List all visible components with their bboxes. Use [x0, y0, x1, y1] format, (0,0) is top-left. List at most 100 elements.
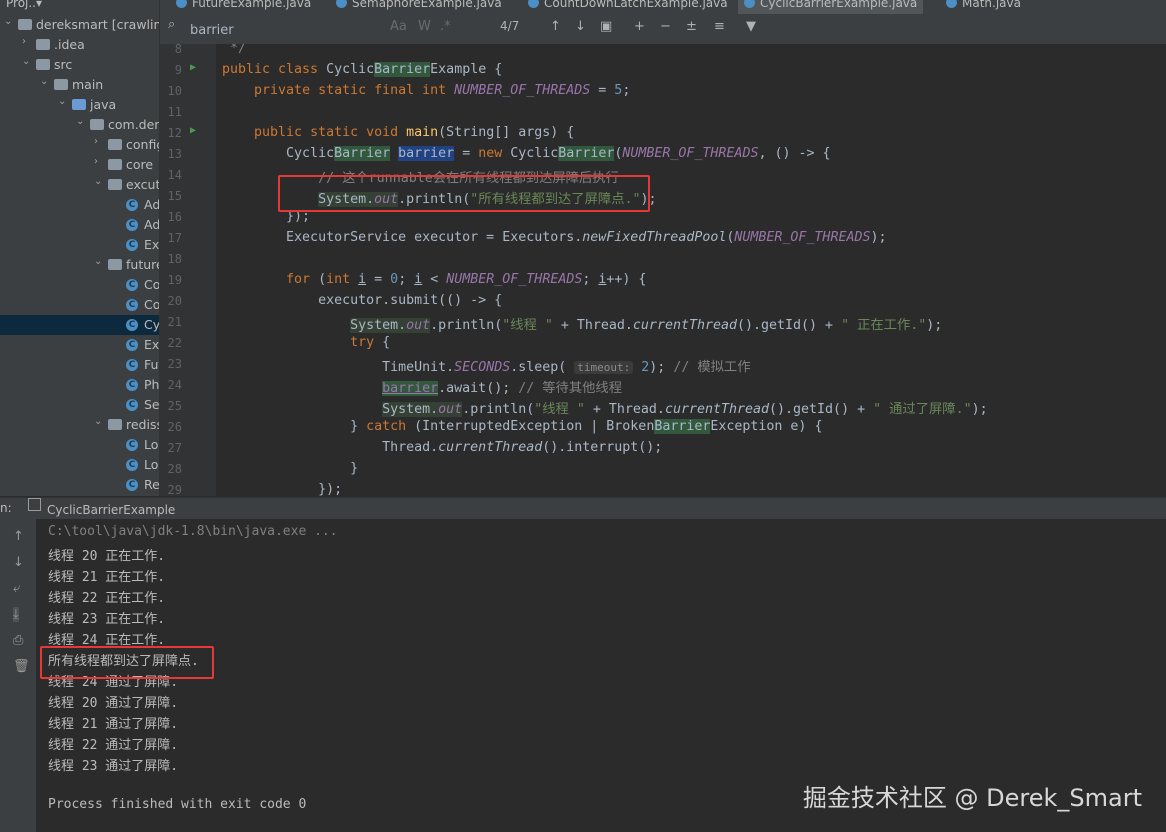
- folder-icon: [108, 259, 122, 270]
- run-toolbar: ↑ ↓ ⤶ ⤓ ⎙ 🗑: [0, 519, 36, 832]
- editor-tab-label: CountDownLatchExample.java: [544, 0, 728, 10]
- tree-item-class[interactable]: C LogS: [0, 455, 159, 475]
- run-main-icon[interactable]: ▶: [190, 125, 196, 136]
- chevron-right-icon[interactable]: ›: [94, 156, 98, 167]
- editor-tab[interactable]: CountDownLatchExample.java: [522, 0, 734, 14]
- chevron-right-icon[interactable]: ›: [94, 136, 98, 147]
- chevron-down-icon[interactable]: ⌄: [94, 176, 102, 187]
- tree-item-folder[interactable]: › config: [0, 135, 159, 155]
- tree-item-folder[interactable]: ⌄ main: [0, 75, 159, 95]
- whole-word-icon[interactable]: W: [418, 19, 431, 34]
- console-line: 线程 21 通过了屏障.: [48, 717, 179, 732]
- scroll-to-end-icon[interactable]: ⤓: [13, 607, 19, 622]
- code-line: TimeUnit.SECONDS.sleep( timeout: 2); // …: [222, 360, 751, 375]
- tree-item-class[interactable]: C Redis: [0, 475, 159, 495]
- editor-tab[interactable]: CyclicBarrierExample.java: [738, 0, 924, 14]
- up-stack-icon[interactable]: ↑: [13, 529, 24, 544]
- folder-icon: [18, 19, 32, 30]
- tree-item-folder[interactable]: ⌄ future: [0, 255, 159, 275]
- tree-item-label: excutor: [126, 177, 159, 192]
- project-panel: Proj..▾ ⌄ dereksmart [crawling] › .idea ⌄ src…: [0, 0, 160, 496]
- line-number: 29: [167, 483, 182, 497]
- chevron-right-icon[interactable]: ›: [22, 36, 26, 47]
- tree-item-label: Sema: [144, 397, 159, 412]
- java-class-icon: [336, 0, 347, 8]
- watermark: 掘金技术社区 @ Derek_Smart: [802, 784, 1142, 812]
- console-line: 线程 22 正在工作.: [48, 591, 166, 606]
- chevron-down-icon[interactable]: ⌄: [94, 256, 102, 267]
- soft-wrap-icon[interactable]: ⤶: [13, 581, 20, 596]
- chevron-down-icon[interactable]: ⌄: [22, 56, 30, 67]
- folder-icon: [36, 59, 50, 70]
- line-number: 21: [167, 315, 182, 329]
- filter-icon[interactable]: ▼: [746, 19, 756, 34]
- tree-item-class[interactable]: C Conc: [0, 275, 159, 295]
- tree-item-class[interactable]: C Cyclic: [0, 315, 159, 335]
- code-line: System.out.println("线程 " + Thread.curren…: [350, 318, 943, 333]
- code-line: } catch (InterruptedException | BrokenBa…: [222, 419, 823, 434]
- tree-item-folder[interactable]: ⌄ src: [0, 55, 159, 75]
- line-number: 11: [167, 105, 182, 119]
- tree-item-folder[interactable]: › core: [0, 155, 159, 175]
- clear-all-icon[interactable]: 🗑: [13, 659, 30, 674]
- code-line: }: [222, 461, 359, 476]
- tree-item-folder[interactable]: ⌄ excutor: [0, 175, 159, 195]
- next-match-icon[interactable]: ↓: [575, 19, 586, 34]
- tree-item-label: dereksmart [crawling]: [36, 17, 159, 32]
- editor-tab[interactable]: FutureExample.java: [170, 0, 317, 14]
- tree-item-label: Conc: [144, 277, 159, 292]
- tree-item-label: future: [126, 257, 159, 272]
- tree-item-class[interactable]: C Sema: [0, 395, 159, 415]
- console-line: 线程 23 通过了屏障.: [48, 759, 179, 774]
- code-line: System.out.println("线程 " + Thread.curren…: [382, 402, 988, 417]
- search-icon[interactable]: ⌕: [168, 17, 175, 32]
- tree-item-label: Coun: [144, 297, 159, 312]
- remove-occurrence-icon[interactable]: −: [660, 19, 671, 34]
- print-icon[interactable]: ⎙: [13, 633, 23, 648]
- tree-item-folder[interactable]: › .idea: [0, 35, 159, 55]
- run-class-icon[interactable]: ▶: [190, 62, 196, 73]
- tree-item-class[interactable]: C Excha: [0, 335, 159, 355]
- project-title[interactable]: Proj..▾: [6, 0, 42, 10]
- tree-item-class[interactable]: C Phase: [0, 375, 159, 395]
- down-stack-icon[interactable]: ↓: [13, 555, 24, 570]
- find-bar: ⌕ Aa W .* 4/7 ↑ ↓ ▣ + − ± ≡ ▼: [160, 14, 1166, 45]
- tree-item-class[interactable]: C Coun: [0, 295, 159, 315]
- line-number: 17: [167, 231, 182, 245]
- tree-item-class[interactable]: C Adva: [0, 215, 159, 235]
- tree-item-folder[interactable]: ⌄ redission: [0, 415, 159, 435]
- chevron-down-icon[interactable]: ⌄: [40, 76, 48, 87]
- tree-item-label: java: [90, 97, 117, 112]
- tree-item-folder[interactable]: ⌄ com.dereks: [0, 115, 159, 135]
- run-tab[interactable]: CyclicBarrierExample: [28, 498, 175, 520]
- tree-item-class[interactable]: C LogC: [0, 435, 159, 455]
- chevron-down-icon[interactable]: ⌄: [58, 96, 66, 107]
- line-number: 16: [167, 210, 182, 224]
- add-occurrence-icon[interactable]: +: [634, 19, 645, 34]
- tree-item-folder[interactable]: ⌄ java: [0, 95, 159, 115]
- match-case-icon[interactable]: Aa: [390, 19, 407, 34]
- line-number: 9: [174, 63, 182, 77]
- tree-item-class[interactable]: C Execu: [0, 235, 159, 255]
- filter-options-icon[interactable]: ≡: [714, 19, 725, 34]
- code-line: public class CyclicBarrierExample {: [222, 62, 503, 77]
- toggle-occurrence-icon[interactable]: ±: [686, 19, 697, 34]
- tree-item-label: Adva: [144, 197, 159, 212]
- code-line: private static final int NUMBER_OF_THREA…: [254, 83, 631, 98]
- editor-tab[interactable]: Math.java: [940, 0, 1027, 14]
- tree-item-class[interactable]: C Adva: [0, 195, 159, 215]
- chevron-down-icon[interactable]: ⌄: [4, 16, 12, 27]
- code-editor[interactable]: */ public class CyclicBarrierExample { p…: [216, 44, 1166, 496]
- previous-match-icon[interactable]: ↑: [550, 19, 561, 34]
- console-icon: [28, 498, 41, 511]
- select-all-occurrences-icon[interactable]: ▣: [600, 19, 612, 34]
- chevron-down-icon[interactable]: ⌄: [94, 416, 102, 427]
- tree-item-class[interactable]: C Futur: [0, 355, 159, 375]
- regex-icon[interactable]: .*: [440, 19, 451, 34]
- tree-item-folder[interactable]: ⌄ dereksmart [crawling]: [0, 15, 159, 35]
- run-label: n:: [0, 501, 12, 515]
- code-line: executor.submit(() -> {: [222, 293, 503, 308]
- chevron-down-icon[interactable]: ⌄: [76, 116, 84, 127]
- code-line: Thread.currentThread().interrupt();: [222, 440, 663, 455]
- editor-tab[interactable]: SemaphoreExample.java: [330, 0, 508, 14]
